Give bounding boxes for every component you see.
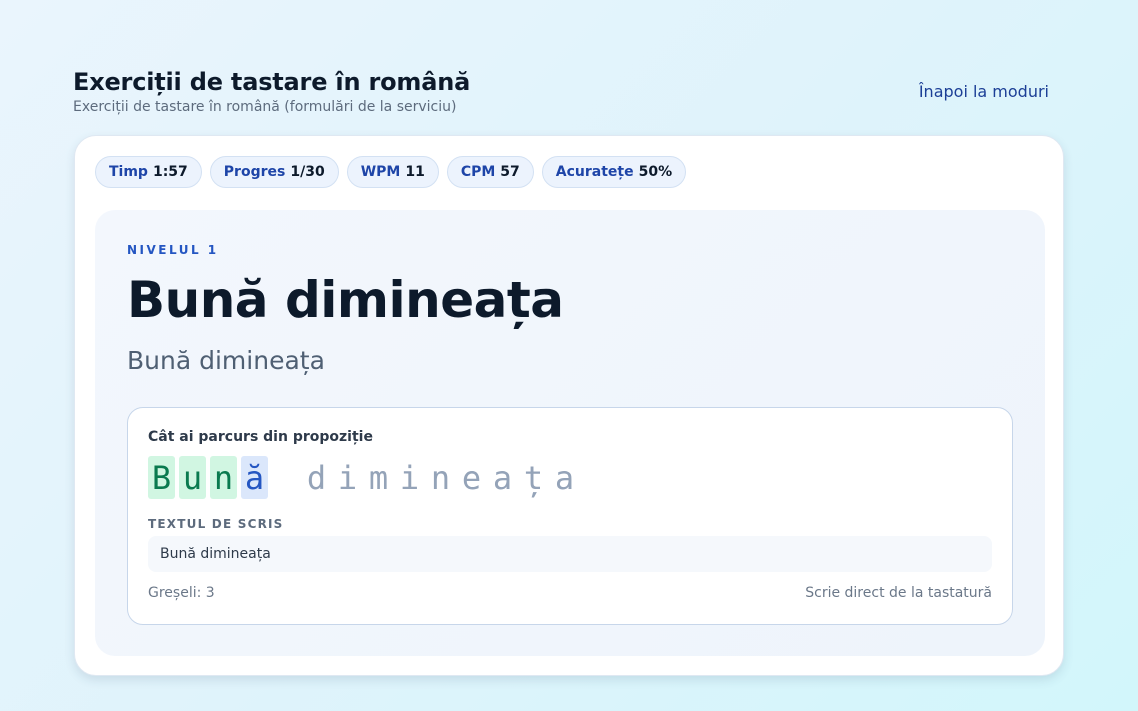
char-cell: n xyxy=(430,458,451,497)
progress-label: Cât ai parcurs din propoziție xyxy=(148,429,373,445)
char-cell: d xyxy=(306,458,327,497)
target-phrase: Bună dimineața xyxy=(127,271,564,329)
char-cell: e xyxy=(461,458,482,497)
char-cell: a xyxy=(492,458,513,497)
stat-value: 11 xyxy=(405,164,425,180)
error-count: Greșeli: 3 xyxy=(148,585,215,601)
char-cell: ț xyxy=(523,458,544,497)
stat-label: Acuratețe xyxy=(555,164,634,180)
stat-wpm: WPM 11 xyxy=(346,156,439,188)
stat-label: WPM xyxy=(360,164,401,180)
char-cell: m xyxy=(368,458,389,497)
exercise-card: Timp 1:57 Progres 1/30 WPM 11 CPM 57 Acu… xyxy=(74,135,1064,676)
char-cell: ă xyxy=(241,456,268,499)
stats-bar: Timp 1:57 Progres 1/30 WPM 11 CPM 57 Acu… xyxy=(95,156,687,188)
stat-progress: Progres 1/30 xyxy=(209,156,339,188)
char-cell: u xyxy=(179,456,206,499)
char-cell: i xyxy=(337,458,358,497)
target-text-label: TEXTUL DE SCRIS xyxy=(148,517,284,531)
stat-accuracy: Acuratețe 50% xyxy=(541,156,687,188)
char-cell: B xyxy=(148,456,175,499)
stat-label: Progres xyxy=(223,164,286,180)
phrase-translation: Bună dimineața xyxy=(127,346,325,375)
page-subtitle: Exerciții de tastare în română (formulăr… xyxy=(73,99,457,115)
stat-value: 50% xyxy=(638,164,673,180)
stat-value: 1/30 xyxy=(290,164,325,180)
exercise-panel: NIVELUL 1 Bună dimineața Bună dimineața … xyxy=(95,210,1045,656)
level-label: NIVELUL 1 xyxy=(127,243,219,257)
typing-area[interactable]: Cât ai parcurs din propoziție Bună dimin… xyxy=(127,407,1013,625)
page-title: Exerciții de tastare în română xyxy=(73,68,471,96)
char-cell xyxy=(272,456,299,499)
char-cell: i xyxy=(399,458,420,497)
page-header: Exerciții de tastare în română Exerciții… xyxy=(73,66,1065,116)
stat-value: 57 xyxy=(500,164,520,180)
stat-time: Timp 1:57 xyxy=(95,156,202,188)
back-to-modes-link[interactable]: Înapoi la moduri xyxy=(919,82,1049,101)
char-cell: n xyxy=(210,456,237,499)
stat-cpm: CPM 57 xyxy=(446,156,534,188)
stat-label: Timp xyxy=(109,164,148,180)
char-cell: a xyxy=(554,458,575,497)
stat-value: 1:57 xyxy=(152,164,188,180)
stat-label: CPM xyxy=(460,164,496,180)
character-progress: Bună dimineața xyxy=(148,456,582,499)
target-text-box: Bună dimineața xyxy=(148,536,992,572)
typing-hint: Scrie direct de la tastatură xyxy=(805,585,992,601)
